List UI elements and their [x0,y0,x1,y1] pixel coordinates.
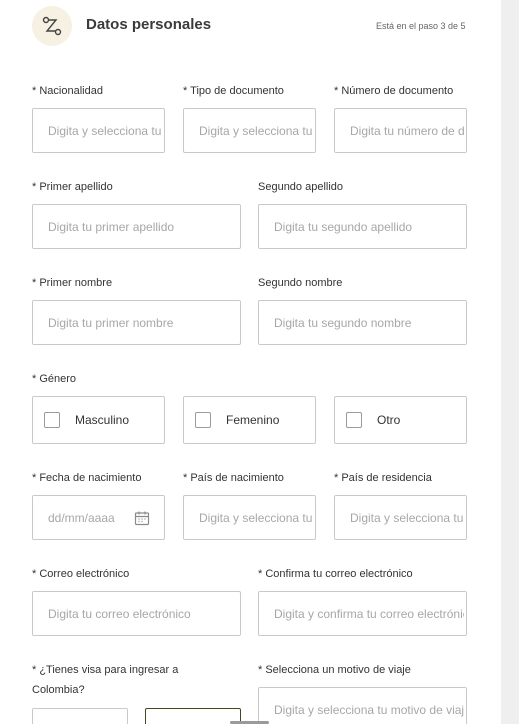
genero-option-otro[interactable]: Otro [334,396,467,444]
pais-nacimiento-input[interactable] [197,509,315,526]
primer-apellido-label: * Primer apellido [32,181,113,193]
pais-nacimiento-label: * País de nacimiento [183,472,284,484]
segundo-apellido-input[interactable] [272,218,466,235]
pais-residencia-input[interactable] [348,509,466,526]
nacionalidad-label: * Nacionalidad [32,85,103,97]
tipo-documento-label: * Tipo de documento [183,85,284,97]
visa-option-button-selected[interactable] [145,708,241,724]
checkbox[interactable] [195,412,211,428]
correo-field[interactable] [32,591,241,636]
genero-label: * Género [32,373,77,385]
confirma-correo-input[interactable] [272,605,466,622]
genero-option-label: Otro [377,413,401,427]
calendar-icon[interactable] [134,510,150,531]
genero-option-masculino[interactable]: Masculino [32,396,165,444]
tipo-documento-field[interactable] [183,108,316,153]
confirma-correo-field[interactable] [258,591,467,636]
step-indicator: Está en el paso 3 de 5 [376,21,466,31]
segundo-nombre-input[interactable] [272,314,466,331]
page-title: Datos personales [86,16,212,33]
pais-nacimiento-field[interactable] [183,495,316,540]
checkbox[interactable] [44,412,60,428]
numero-documento-field[interactable] [334,108,467,153]
visa-option-button[interactable] [32,708,128,724]
genero-option-label: Femenino [226,413,280,427]
form-panel: Datos personales Está en el paso 3 de 5 … [0,0,501,724]
motivo-viaje-input[interactable] [272,701,466,718]
fecha-nacimiento-label: * Fecha de nacimiento [32,472,142,484]
visa-label: * ¿Tienes visa para ingresar a Colombia? [32,664,179,696]
fecha-nacimiento-input[interactable] [46,509,130,526]
genero-option-femenino[interactable]: Femenino [183,396,316,444]
scrollbar[interactable] [501,0,519,724]
genero-option-label: Masculino [75,413,130,427]
primer-apellido-field[interactable] [32,204,241,249]
primer-nombre-input[interactable] [46,314,240,331]
segundo-nombre-field[interactable] [258,300,467,345]
primer-nombre-field[interactable] [32,300,241,345]
segundo-apellido-label: Segundo apellido [258,181,344,193]
tipo-documento-input[interactable] [197,122,315,139]
numero-documento-label: * Número de documento [334,85,454,97]
primer-apellido-input[interactable] [46,218,240,235]
nacionalidad-input[interactable] [46,122,164,139]
nacionalidad-field[interactable] [32,108,165,153]
motivo-viaje-field[interactable] [258,687,467,724]
checkbox[interactable] [346,412,362,428]
segundo-nombre-label: Segundo nombre [258,277,343,289]
route-icon [32,6,72,46]
pais-residencia-label: * País de residencia [334,472,432,484]
pais-residencia-field[interactable] [334,495,467,540]
fecha-nacimiento-field[interactable] [32,495,165,540]
primer-nombre-label: * Primer nombre [32,277,113,289]
confirma-correo-label: * Confirma tu correo electrónico [258,568,413,580]
numero-documento-input[interactable] [348,122,466,139]
motivo-viaje-label: * Selecciona un motivo de viaje [258,664,411,676]
segundo-apellido-field[interactable] [258,204,467,249]
correo-input[interactable] [46,605,240,622]
correo-label: * Correo electrónico [32,568,130,580]
